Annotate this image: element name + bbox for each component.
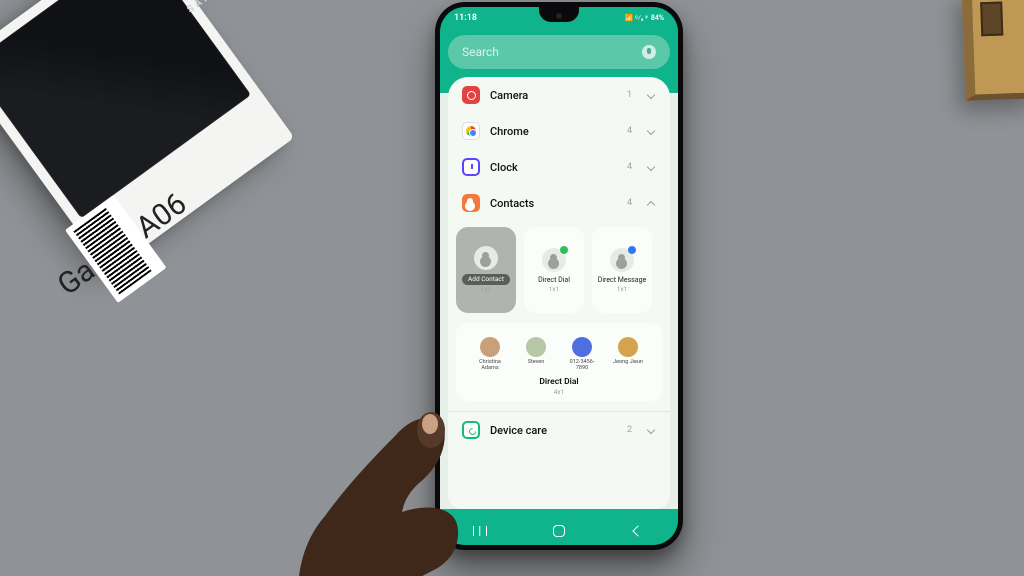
app-label: Clock <box>490 161 617 174</box>
chevron-up-icon <box>646 198 656 208</box>
status-battery: 84% <box>651 14 664 22</box>
chevron-down-icon <box>646 90 656 100</box>
widget-title: Direct Message <box>598 276 647 284</box>
contacts-widgets: Add Contact 1x1 Direct Dial 1x1 Direct M… <box>448 221 670 411</box>
avatar <box>526 337 546 357</box>
chevron-down-icon <box>646 425 656 435</box>
contact-name: 012-3456-7890 <box>564 359 600 371</box>
status-time: 11:18 <box>454 13 477 23</box>
contact-name: Jeong Jieun <box>613 359 643 365</box>
clock-icon <box>462 158 480 176</box>
contact-name: Steven <box>528 359 545 365</box>
app-label: Chrome <box>490 125 617 138</box>
phone-frame: 11:18 📶 ᶜ⁄₅ ᵛ 84% Search Camera 1 Chrome… <box>435 2 683 550</box>
person-icon <box>474 246 498 270</box>
widget-search-bar[interactable]: Search <box>448 35 670 69</box>
contact-item: Christina Adams <box>472 337 508 371</box>
home-icon <box>553 525 565 537</box>
nav-home[interactable] <box>539 523 579 539</box>
widget-count: 1 <box>627 90 632 100</box>
chevron-down-icon <box>646 126 656 136</box>
search-placeholder: Search <box>462 45 499 59</box>
app-row-contacts[interactable]: Contacts 4 <box>448 185 670 221</box>
contact-item: 012-3456-7890 <box>564 337 600 371</box>
widget-size: 1x1 <box>481 286 492 294</box>
nav-recents[interactable] <box>460 523 500 539</box>
camera-icon <box>462 86 480 104</box>
app-label: Contacts <box>490 197 617 210</box>
phone-badge-icon <box>560 246 568 254</box>
navigation-bar <box>440 517 678 545</box>
widget-add-contact[interactable]: Add Contact 1x1 <box>456 227 516 313</box>
widget-title: Add Contact <box>462 274 510 285</box>
widget-direct-message[interactable]: Direct Message 1x1 <box>592 227 652 313</box>
device-care-icon <box>462 421 480 439</box>
widget-app-list: Camera 1 Chrome 4 Clock 4 Contacts 4 <box>448 77 670 509</box>
widget-count: 2 <box>627 425 632 435</box>
app-label: Device care <box>490 424 617 437</box>
avatar <box>480 337 500 357</box>
widget-count: 4 <box>627 126 632 136</box>
app-label: Camera <box>490 89 617 102</box>
contact-item: Jeong Jieun <box>610 337 646 371</box>
widget-count: 4 <box>627 198 632 208</box>
message-badge-icon <box>628 246 636 254</box>
voice-search-icon[interactable] <box>642 45 656 59</box>
person-icon <box>610 248 634 272</box>
contact-item: Steven <box>518 337 554 371</box>
phone-screen: 11:18 📶 ᶜ⁄₅ ᵛ 84% Search Camera 1 Chrome… <box>440 7 678 545</box>
widget-direct-dial-4x1[interactable]: Christina Adams Steven 012-3456-7890 Jeo… <box>456 323 662 401</box>
person-icon <box>542 248 566 272</box>
recents-icon <box>473 526 487 536</box>
contacts-icon <box>462 194 480 212</box>
widget-size: 4x1 <box>554 388 565 396</box>
widget-direct-dial[interactable]: Direct Dial 1x1 <box>524 227 584 313</box>
status-bar: 11:18 📶 ᶜ⁄₅ ᵛ 84% <box>440 7 678 23</box>
chrome-icon <box>462 122 480 140</box>
contact-name: Christina Adams <box>472 359 508 371</box>
status-right: 📶 ᶜ⁄₅ ᵛ 84% <box>625 13 664 23</box>
widget-count: 4 <box>627 162 632 172</box>
widget-size: 1x1 <box>617 285 628 293</box>
avatar <box>572 337 592 357</box>
app-row-chrome[interactable]: Chrome 4 <box>448 113 670 149</box>
widget-size: 1x1 <box>549 285 560 293</box>
widget-title: Direct Dial <box>539 377 578 387</box>
status-icons: 📶 ᶜ⁄₅ ᵛ <box>625 14 648 22</box>
product-box: SAMSUNG Galaxy A06 <box>0 0 294 273</box>
box-brand: SAMSUNG <box>185 0 248 16</box>
app-row-device-care[interactable]: Device care 2 <box>448 411 670 448</box>
back-icon <box>633 525 644 536</box>
contact-avatars: Christina Adams Steven 012-3456-7890 Jeo… <box>472 337 646 371</box>
avatar <box>618 337 638 357</box>
wood-prop <box>962 0 1024 101</box>
app-row-clock[interactable]: Clock 4 <box>448 149 670 185</box>
app-row-camera[interactable]: Camera 1 <box>448 77 670 113</box>
nav-back[interactable] <box>618 523 658 539</box>
chevron-down-icon <box>646 162 656 172</box>
box-phone-image <box>0 0 251 218</box>
widget-title: Direct Dial <box>538 276 570 284</box>
